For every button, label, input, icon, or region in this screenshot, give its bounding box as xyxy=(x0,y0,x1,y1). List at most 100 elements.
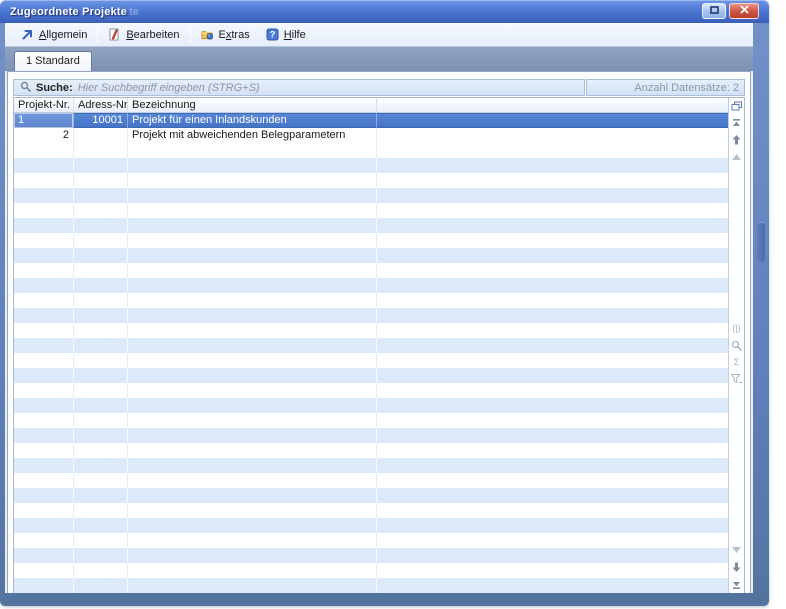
table-cell xyxy=(128,473,377,488)
table-cell[interactable] xyxy=(377,128,728,143)
table-cell xyxy=(377,353,728,368)
column-header-projekt-nr[interactable]: Projekt-Nr. xyxy=(14,98,74,112)
table-row-empty xyxy=(14,293,728,308)
table-cell xyxy=(377,428,728,443)
table-cell[interactable]: 2 xyxy=(14,128,74,143)
table-row-empty xyxy=(14,518,728,533)
table-cell[interactable]: 1 xyxy=(14,113,74,128)
sum-icon[interactable]: Σ xyxy=(731,356,743,368)
search-icon xyxy=(20,81,31,95)
table-cell xyxy=(14,173,74,188)
restore-button[interactable] xyxy=(702,3,726,19)
filter-icon[interactable] xyxy=(731,373,743,385)
table-cell xyxy=(14,353,74,368)
table-cell xyxy=(377,323,728,338)
table-cell xyxy=(74,203,128,218)
close-button[interactable] xyxy=(729,3,759,19)
table-row-empty xyxy=(14,533,728,548)
table-cell xyxy=(377,518,728,533)
column-header-bezeichnung[interactable]: Bezeichnung xyxy=(128,98,377,112)
menu-item-bearbeiten[interactable]: Bearbeiten xyxy=(100,26,187,43)
table-row-empty xyxy=(14,323,728,338)
scroll-top-icon[interactable] xyxy=(731,117,743,129)
table-cell xyxy=(74,578,128,593)
scroll-bottom-icon[interactable] xyxy=(731,578,743,590)
folder-tools-icon xyxy=(201,28,214,41)
titlebar[interactable]: Zugeordnete Projekte te xyxy=(0,0,769,23)
table-cell xyxy=(74,368,128,383)
table-cell xyxy=(377,443,728,458)
page-up-icon[interactable] xyxy=(731,134,743,146)
table-cell xyxy=(74,488,128,503)
table-cell xyxy=(74,233,128,248)
table-cell[interactable] xyxy=(74,128,128,143)
table-cell xyxy=(128,203,377,218)
table-cell xyxy=(377,203,728,218)
window-title: Zugeordnete Projekte xyxy=(0,6,127,18)
table-row-empty xyxy=(14,203,728,218)
table-cell xyxy=(377,413,728,428)
table-row-empty xyxy=(14,158,728,173)
table-cell xyxy=(74,533,128,548)
search-placeholder: Hier Suchbegriff eingeben (STRG+S) xyxy=(78,82,260,94)
table-row-empty xyxy=(14,503,728,518)
table-cell xyxy=(14,293,74,308)
table-cell xyxy=(128,263,377,278)
table-row-empty xyxy=(14,383,728,398)
table-cell xyxy=(128,143,377,158)
table-cell xyxy=(74,473,128,488)
table-cell xyxy=(377,458,728,473)
menu-item-extras[interactable]: Extras xyxy=(193,26,258,43)
copy-icon[interactable] xyxy=(731,100,743,112)
menu-item-hilfe[interactable]: ? Hilfe xyxy=(258,26,314,43)
table-cell xyxy=(128,488,377,503)
table-cell xyxy=(128,188,377,203)
table-row[interactable]: 2 Projekt mit abweichenden Belegparameter… xyxy=(14,128,728,143)
menubar: Allgemein Bearbeiten xyxy=(5,23,753,47)
table-cell xyxy=(14,428,74,443)
table-cell xyxy=(377,563,728,578)
table-cell[interactable] xyxy=(377,113,728,128)
menu-item-allgemein[interactable]: Allgemein xyxy=(13,26,95,43)
panel: Suche: Hier Suchbegriff eingeben (STRG+S… xyxy=(7,71,751,593)
step-down-icon[interactable] xyxy=(731,544,743,556)
table-cell xyxy=(74,458,128,473)
table-cell xyxy=(128,413,377,428)
table-row-empty xyxy=(14,233,728,248)
fit-columns-icon[interactable]: (|) xyxy=(731,322,743,334)
table-cell xyxy=(74,188,128,203)
table-cell xyxy=(377,173,728,188)
table-cell xyxy=(128,428,377,443)
table-cell xyxy=(14,488,74,503)
step-up-icon[interactable] xyxy=(731,151,743,163)
page-down-icon[interactable] xyxy=(731,561,743,573)
table-row[interactable]: 110001Projekt für einen Inlandskunden xyxy=(14,113,728,128)
table-cell[interactable]: Projekt für einen Inlandskunden xyxy=(128,113,377,128)
column-header-adress-nr[interactable]: Adress-Nr. xyxy=(74,98,128,112)
table-cell xyxy=(128,578,377,593)
close-icon xyxy=(740,5,749,17)
table-cell xyxy=(14,503,74,518)
table-cell xyxy=(128,233,377,248)
table-cell xyxy=(14,308,74,323)
table-cell xyxy=(128,158,377,173)
table-cell xyxy=(128,293,377,308)
table-cell[interactable]: 10001 xyxy=(74,113,128,128)
table-row-empty xyxy=(14,308,728,323)
table-cell xyxy=(14,443,74,458)
search-input[interactable]: Suche: Hier Suchbegriff eingeben (STRG+S… xyxy=(13,79,585,96)
table-cell xyxy=(377,548,728,563)
window-body: Allgemein Bearbeiten xyxy=(5,23,753,593)
table-cell xyxy=(74,308,128,323)
tab-standard[interactable]: 1 Standard xyxy=(14,51,92,71)
column-header-empty[interactable] xyxy=(377,98,728,112)
table-cell xyxy=(128,308,377,323)
table-cell xyxy=(14,473,74,488)
table-cell xyxy=(14,413,74,428)
menu-item-label: Extras xyxy=(219,29,250,41)
table-cell[interactable]: Projekt mit abweichenden Belegparametern xyxy=(128,128,377,143)
table-cell xyxy=(14,338,74,353)
zoom-icon[interactable] xyxy=(731,339,743,351)
table-cell xyxy=(14,578,74,593)
table-cell xyxy=(14,188,74,203)
